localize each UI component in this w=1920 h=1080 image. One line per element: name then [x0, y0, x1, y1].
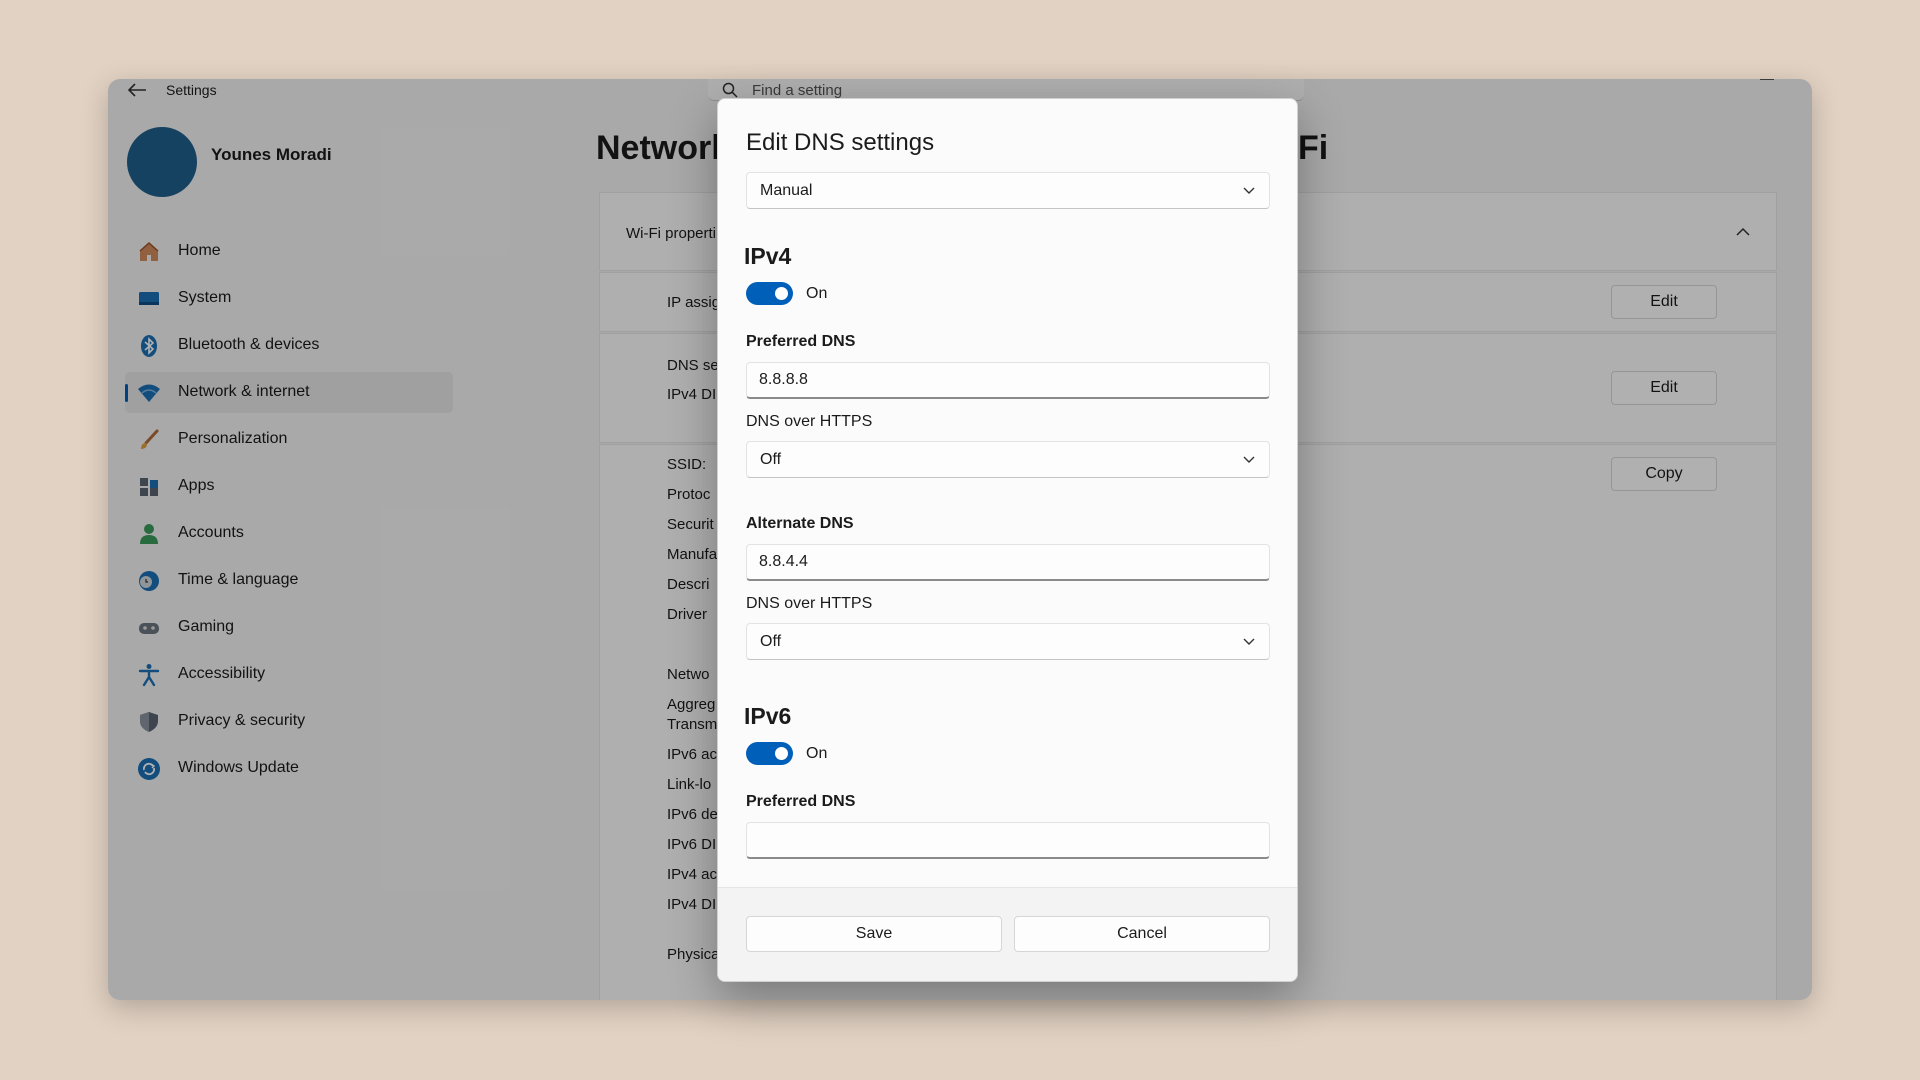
ipv4-alternate-doh-select[interactable]: Off [746, 623, 1270, 660]
ipv4-toggle-label: On [806, 285, 828, 302]
ipv4-doh-label: DNS over HTTPS [746, 413, 873, 430]
dns-mode-value: Manual [760, 182, 813, 199]
ipv4-alternate-dns-label: Alternate DNS [746, 515, 854, 532]
edit-dns-dialog: Edit DNS settings Manual IPv4 On Preferr… [717, 98, 1298, 982]
ipv4-doh-value: Off [760, 451, 782, 468]
chevron-down-icon [1243, 456, 1255, 463]
save-button[interactable]: Save [746, 916, 1002, 952]
ipv4-heading: IPv4 [744, 243, 792, 269]
ipv4-preferred-dns-label: Preferred DNS [746, 333, 856, 350]
cancel-button[interactable]: Cancel [1014, 916, 1270, 952]
dialog-title: Edit DNS settings [746, 129, 935, 156]
ipv4-toggle[interactable] [746, 282, 793, 305]
ipv6-preferred-dns-label: Preferred DNS [746, 793, 856, 810]
ipv6-heading: IPv6 [744, 703, 792, 729]
ipv6-toggle[interactable] [746, 742, 793, 765]
ipv4-doh-select[interactable]: Off [746, 441, 1270, 478]
ipv4-alternate-doh-label: DNS over HTTPS [746, 595, 873, 612]
chevron-down-icon [1243, 638, 1255, 645]
ipv6-toggle-label: On [806, 745, 828, 762]
dialog-footer: Save Cancel [718, 887, 1297, 981]
ipv4-preferred-dns-input[interactable] [746, 362, 1270, 399]
ipv4-alternate-doh-value: Off [760, 633, 782, 650]
dns-mode-select[interactable]: Manual [746, 172, 1270, 209]
ipv6-preferred-dns-input[interactable] [746, 822, 1270, 859]
chevron-down-icon [1243, 187, 1255, 194]
ipv4-alternate-dns-input[interactable] [746, 544, 1270, 581]
